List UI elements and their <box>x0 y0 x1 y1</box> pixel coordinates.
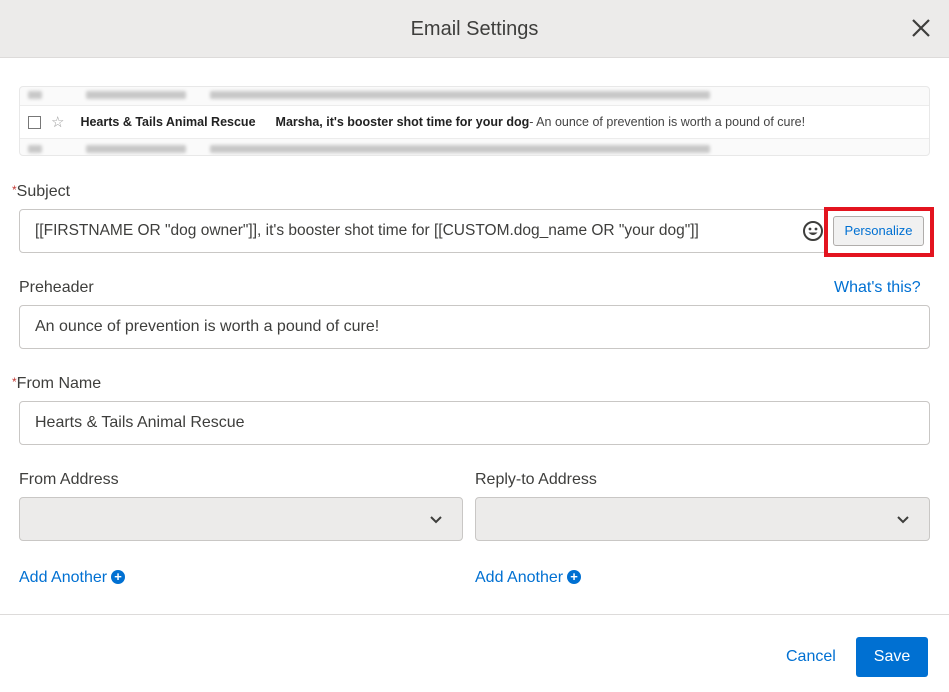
preheader-label: Preheader <box>19 279 94 296</box>
subject-input[interactable]: [[FIRSTNAME OR "dog owner"]], it's boost… <box>19 209 827 253</box>
chevron-down-icon <box>430 516 442 524</box>
preview-row: ☆ Hearts & Tails Animal Rescue Marsha, i… <box>20 105 929 139</box>
add-another-reply-link[interactable]: Add Another + <box>475 569 582 587</box>
subject-label: *Subject <box>12 183 71 200</box>
modal-title: Email Settings <box>410 18 539 40</box>
modal-header: Email Settings <box>0 0 949 58</box>
reply-to-select[interactable] <box>475 497 930 541</box>
inbox-preview: ☆ Hearts & Tails Animal Rescue Marsha, i… <box>19 86 930 156</box>
plus-circle-icon: + <box>111 570 126 584</box>
whats-this-link[interactable]: What's this? <box>834 279 921 297</box>
smiley-icon[interactable] <box>802 220 824 242</box>
modal-footer: Cancel Save <box>0 614 949 692</box>
close-icon[interactable] <box>907 14 935 42</box>
from-address-label: From Address <box>19 471 119 488</box>
personalize-button[interactable]: Personalize <box>833 216 924 246</box>
reply-to-label: Reply-to Address <box>475 471 597 488</box>
add-another-from-link[interactable]: Add Another + <box>19 569 126 587</box>
save-button[interactable]: Save <box>856 637 928 677</box>
star-icon: ☆ <box>51 114 65 131</box>
preheader-input[interactable]: An ounce of prevention is worth a pound … <box>19 305 930 349</box>
plus-circle-icon: + <box>567 570 582 584</box>
chevron-down-icon <box>897 516 909 524</box>
preview-snippet: - An ounce of prevention is worth a poun… <box>529 115 806 129</box>
from-address-select[interactable] <box>19 497 463 541</box>
checkbox <box>28 115 41 129</box>
blurred-row <box>20 139 929 155</box>
from-name-input[interactable]: Hearts & Tails Animal Rescue <box>19 401 930 445</box>
blurred-row <box>20 87 929 105</box>
from-name-label: *From Name <box>12 375 102 392</box>
preview-subject: Marsha, it's booster shot time for your … <box>275 115 530 129</box>
cancel-button[interactable]: Cancel <box>786 648 836 666</box>
preview-sender: Hearts & Tails Animal Rescue <box>80 115 256 129</box>
